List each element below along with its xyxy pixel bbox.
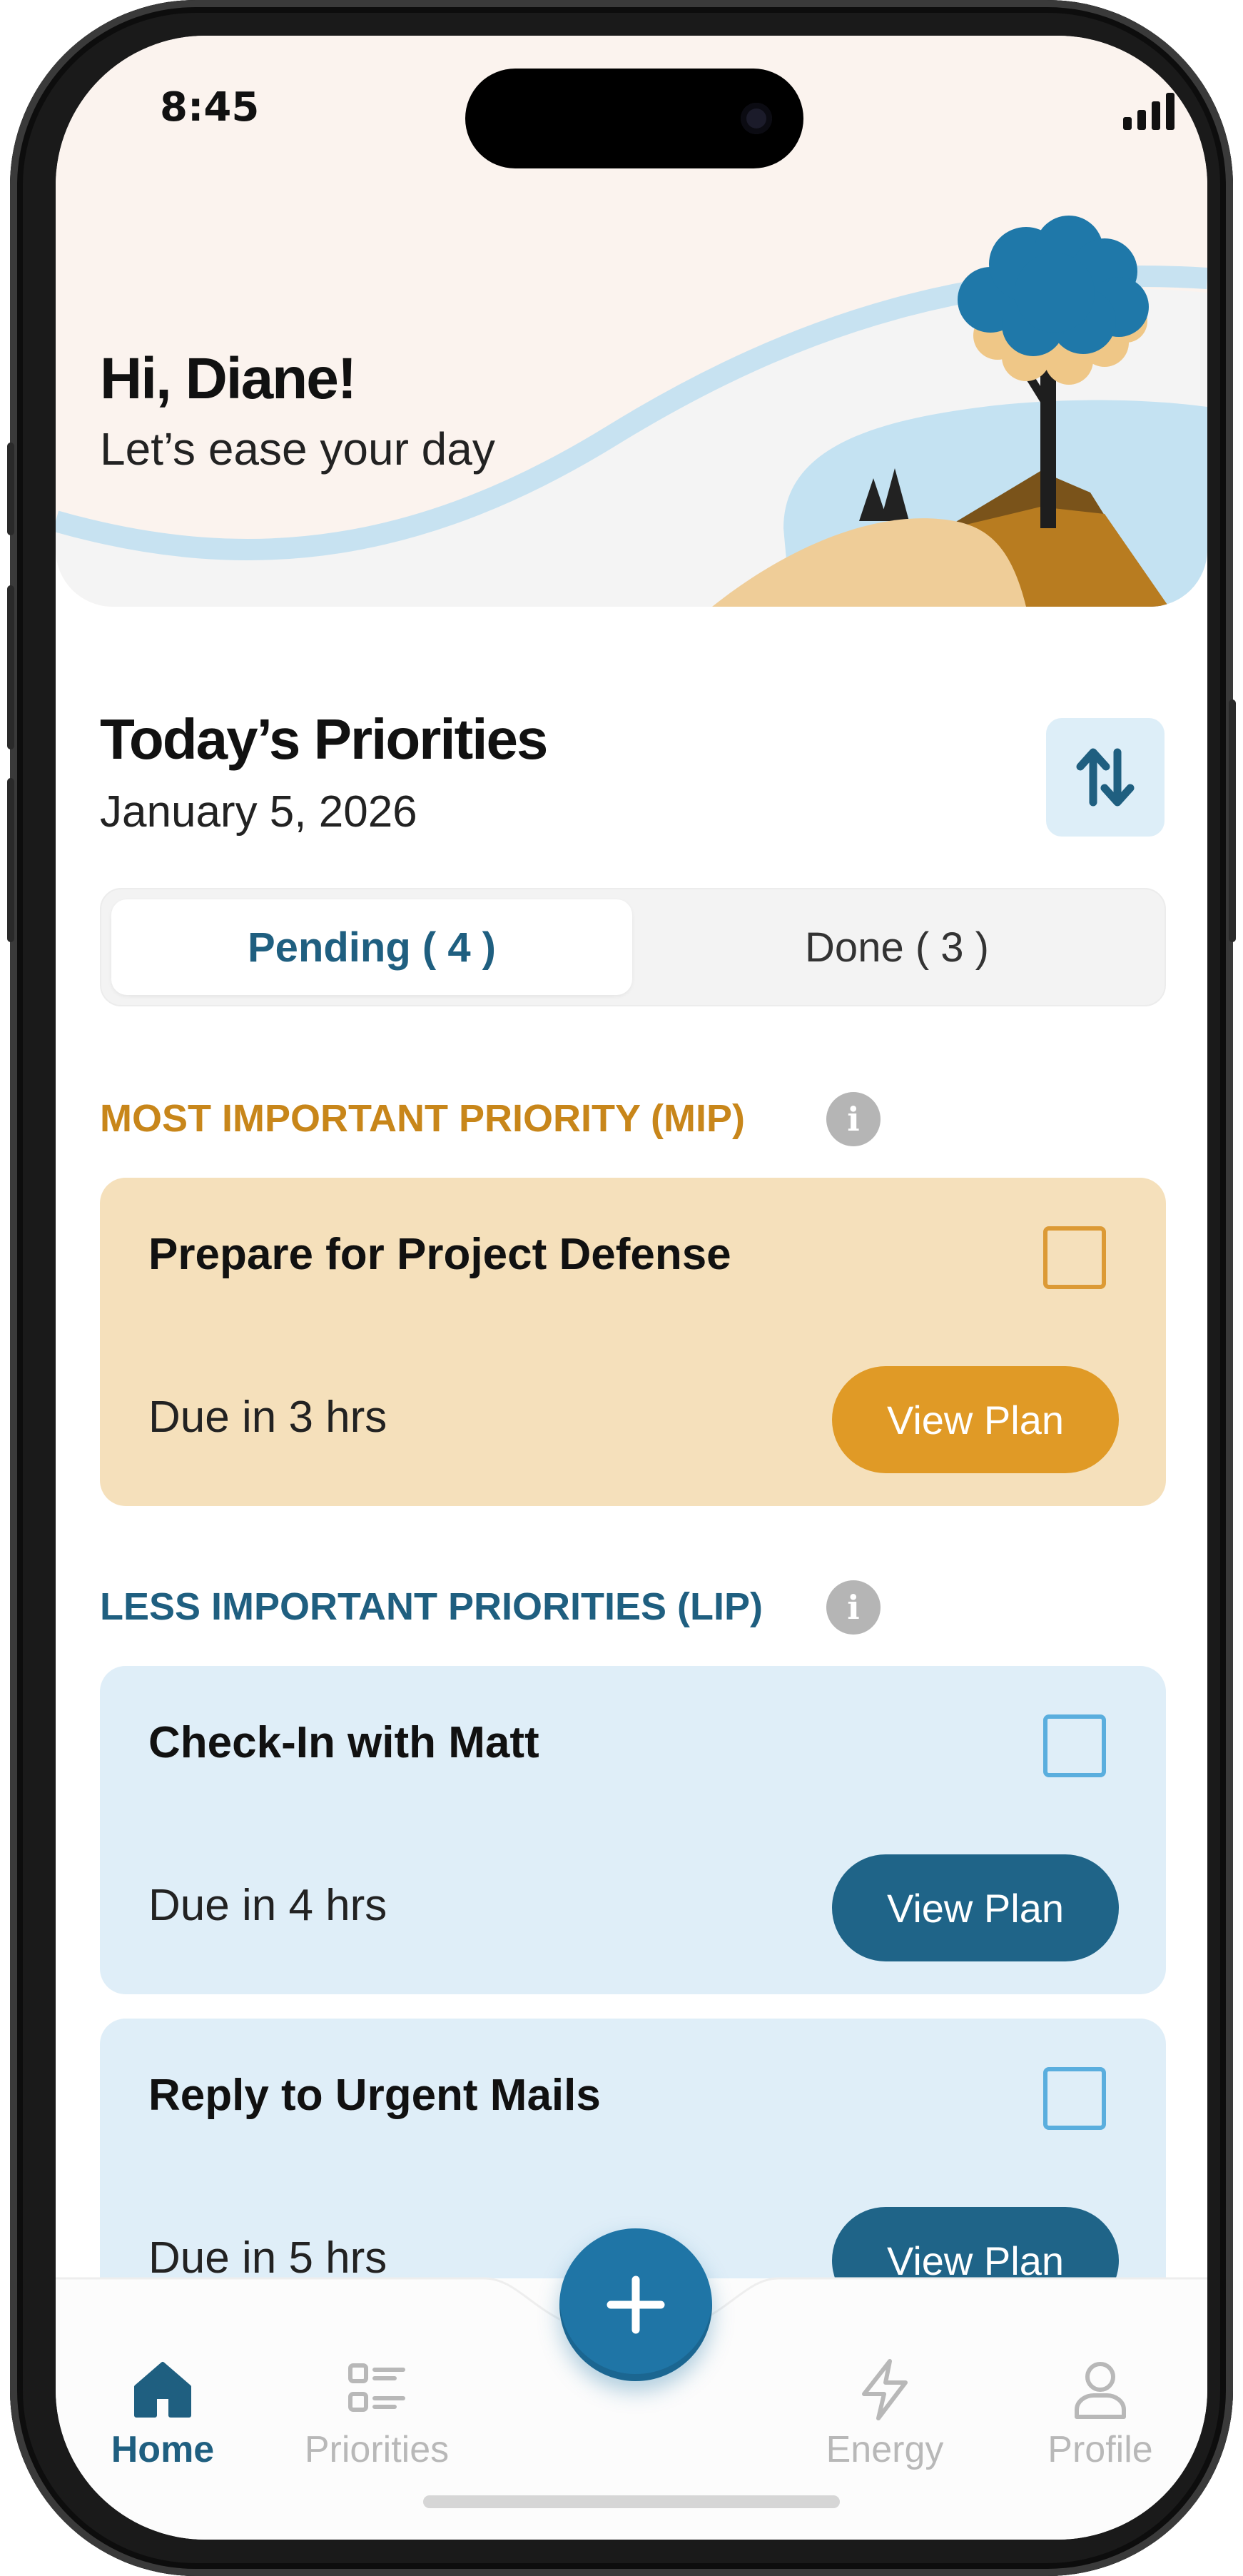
sort-arrows-icon (1076, 748, 1135, 807)
page-title: Today’s Priorities (100, 707, 548, 771)
home-icon (134, 2362, 191, 2418)
home-indicator[interactable] (423, 2495, 840, 2508)
nav-home[interactable]: Home (56, 2350, 270, 2471)
wifi-icon (1191, 94, 1207, 116)
nav-energy[interactable]: Energy (778, 2350, 992, 2471)
lightning-icon (862, 2359, 908, 2420)
task-due: Due in 3 hrs (148, 1393, 387, 1442)
task-title: Reply to Urgent Mails (148, 2071, 601, 2120)
task-checkbox[interactable] (1043, 1226, 1106, 1289)
mip-section-label: MOST IMPORTANT PRIORITY (MIP) (100, 1097, 745, 1140)
action-button (7, 443, 14, 535)
task-title: Prepare for Project Defense (148, 1230, 731, 1279)
volume-down-button (7, 778, 14, 942)
nav-label: Profile (1047, 2429, 1153, 2470)
power-button (1229, 699, 1236, 942)
task-title: Check-In with Matt (148, 1718, 539, 1767)
lip-card[interactable]: Check-In with Matt Due in 4 hrs View Pla… (100, 1666, 1166, 1994)
plus-icon (607, 2276, 665, 2334)
sort-button[interactable] (1046, 718, 1165, 837)
header-banner: 8:45 Hi, Diane! Let’s ease your day (56, 36, 1207, 607)
volume-up-button (7, 585, 14, 749)
view-plan-button[interactable]: View Plan (832, 1366, 1119, 1473)
current-date: January 5, 2026 (100, 787, 417, 837)
mip-card[interactable]: Prepare for Project Defense Due in 3 hrs… (100, 1178, 1166, 1506)
add-task-button[interactable] (559, 2228, 712, 2381)
greeting-title: Hi, Diane! (100, 346, 357, 411)
camera-icon (741, 103, 772, 134)
view-plan-button[interactable]: View Plan (832, 1854, 1119, 1961)
phone-frame: 8:45 Hi, Diane! Let’s ease your day Toda… (7, 0, 1236, 2576)
dynamic-island (465, 69, 803, 168)
greeting-block: Hi, Diane! Let’s ease your day (100, 345, 495, 475)
tab-done[interactable]: Done ( 3 ) (636, 899, 1157, 995)
task-checkbox[interactable] (1043, 1714, 1106, 1777)
profile-icon (1075, 2362, 1126, 2419)
tab-pending[interactable]: Pending ( 4 ) (111, 899, 632, 995)
status-tabs: Pending ( 4 ) Done ( 3 ) (100, 888, 1166, 1006)
nav-label: Home (111, 2429, 215, 2470)
nav-profile[interactable]: Profile (993, 2350, 1207, 2471)
nav-priorities[interactable]: Priorities (270, 2350, 484, 2471)
signal-icon (1123, 93, 1174, 130)
task-due: Due in 4 hrs (148, 1881, 387, 1930)
lip-section-label: LESS IMPORTANT PRIORITIES (LIP) (100, 1585, 763, 1628)
nav-label: Priorities (304, 2429, 450, 2470)
info-icon[interactable]: i (826, 1580, 881, 1635)
task-checkbox[interactable] (1043, 2067, 1106, 2130)
app-screen: 8:45 Hi, Diane! Let’s ease your day Toda… (56, 36, 1207, 2540)
status-time: 8:45 (160, 84, 260, 131)
greeting-subtitle: Let’s ease your day (100, 423, 495, 475)
nav-label: Energy (826, 2429, 944, 2470)
info-icon[interactable]: i (826, 1092, 881, 1146)
list-icon (348, 2363, 405, 2412)
